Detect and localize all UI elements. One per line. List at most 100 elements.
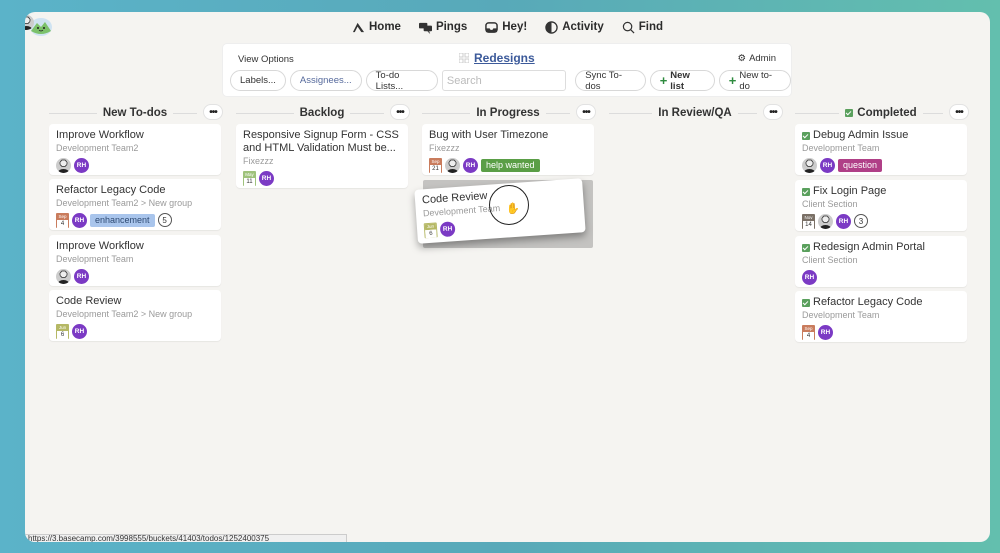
card-meta: RH [802,269,960,285]
card-title-row: Code Review [56,295,214,308]
todo-card[interactable]: Refactor Legacy Code Development Team2 > … [49,179,221,230]
column-backlog: Backlog ••• Responsive Signup Form - CSS a… [236,104,410,188]
column-menu-button[interactable]: ••• [949,104,969,120]
todo-card[interactable]: Improve Workflow Development Team2 RH [49,124,221,175]
card-title: Refactor Legacy Code [813,296,923,308]
card-meta: RH question [802,157,960,173]
due-date-badge: May 11 [243,170,256,186]
grid-icon [459,53,469,63]
column-menu-button[interactable]: ••• [203,104,223,120]
assignee-photo-avatar [818,213,833,229]
column-new-to-dos: New To-dos ••• Improve Workflow Development… [49,104,223,341]
chat-bubbles-icon [418,22,432,34]
nav-hey[interactable]: Hey! [485,18,527,36]
column-menu-button[interactable]: ••• [576,104,596,120]
search-input[interactable]: Search [441,70,567,91]
new-todo-button[interactable]: + New to-do [718,70,791,92]
nav-activity-label: Activity [562,21,604,33]
nav-home[interactable]: Home [352,18,401,36]
grab-cursor-icon: ✋ [506,203,520,215]
column-header: Backlog ••• [236,104,410,122]
due-date-badge: Jun 6 [423,221,438,238]
column-title-text: Completed [857,107,917,119]
admin-label: Admin [749,53,776,64]
due-day: 14 [803,220,814,229]
due-day: 11 [244,177,255,186]
card-subtitle: Development Team2 [56,143,139,153]
card-title: Fix Login Page [813,185,887,197]
todo-card[interactable]: Improve Workflow Development Team RH [49,235,221,286]
card-meta: Sep 21 RH help wanted [429,157,587,173]
column-menu-button[interactable]: ••• [390,104,410,120]
assignee-photo-avatar [802,157,817,173]
label-tag: question [838,158,883,172]
column-title-text: New To-dos [102,107,168,119]
assignee-photo-avatar [56,268,71,284]
todo-lists-filter-button[interactable]: To-do Lists... [365,70,438,92]
due-date-badge: Sep 4 [56,212,69,228]
labels-filter-button[interactable]: Labels... [230,70,286,91]
card-subtitle: Development Team [56,254,134,264]
card-subtitle: Fixezzz [243,156,274,166]
column-title-text: Backlog [299,107,345,119]
column-title: In Progress [470,107,546,119]
home-icon [352,22,365,32]
column-header: In Progress ••• [422,104,596,122]
project-title: Redesigns [474,51,535,65]
comment-count-badge: 5 [157,213,172,227]
plus-icon: + [659,73,668,88]
search-icon [622,21,635,33]
due-day: 4 [57,219,68,228]
nav-pings-label: Pings [435,21,468,33]
assignee-photo-avatar [445,157,460,173]
assignee-avatar: RH [820,157,835,173]
card-title-row: Fix Login Page [802,185,960,198]
card-title-row: Refactor Legacy Code [56,184,214,197]
sync-todos-button[interactable]: Sync To-dos [575,70,646,92]
card-subtitle: Development Team2 > New group [56,198,193,208]
checkbox-checked-icon[interactable] [802,298,810,307]
column-menu-button[interactable]: ••• [763,104,783,120]
card-meta: May 11 RH [243,170,401,186]
column-title: New To-dos [96,107,174,119]
todo-card[interactable]: Debug Admin Issue Development Team RH quest… [795,124,967,175]
card-subtitle: Client Section [802,255,858,265]
project-title-link[interactable]: Redesigns [459,51,535,65]
todo-card[interactable]: Code Review Development Team2 > New group… [49,290,221,341]
todo-card[interactable]: Refactor Legacy Code Development Team Sep 4… [795,291,967,342]
nav-activity[interactable]: Activity [545,18,604,36]
column-in-review-qa: In Review/QA ••• [609,104,783,122]
card-title: Bug with User Timezone [429,129,549,141]
todo-card[interactable]: Redesign Admin Portal Client Section RH [795,236,967,287]
new-list-button[interactable]: + New list [649,70,715,92]
card-meta: Sep 4 RH [802,324,960,340]
checkbox-checked-icon[interactable] [802,131,810,140]
comment-count-badge: 3 [854,214,868,228]
column-title: Completed [839,107,923,119]
column-title-text: In Review/QA [658,107,732,119]
todo-card[interactable]: Bug with User Timezone Fixezzz Sep 21 RH help… [422,124,594,175]
card-title-row: Improve Workflow [56,240,214,253]
checkbox-checked-icon[interactable] [802,243,810,252]
due-date-badge: Nov 14 [802,213,815,229]
assignee-avatar: RH [72,212,87,228]
todo-card[interactable]: Responsive Signup Form - CSS and HTML Va… [236,124,408,188]
admin-button[interactable]: ⚙ Admin [738,53,776,64]
assignee-avatar: RH [259,170,274,186]
checkbox-checked-icon[interactable] [802,187,810,196]
assignees-filter-button[interactable]: Assignees... [289,70,362,91]
assignee-avatar: RH [463,157,478,173]
app-window: Home Pings Hey! Activity Find View Optio… [25,12,990,542]
card-meta: RH [56,157,214,173]
nav-find[interactable]: Find [622,18,663,36]
card-subtitle: Development Team [802,310,880,320]
card-title: Responsive Signup Form - CSS and HTML Va… [243,129,399,154]
nav-pings[interactable]: Pings [418,18,468,36]
assignee-avatar: RH [818,324,833,340]
assignee-avatar: RH [836,213,851,229]
assignee-avatar: RH [72,323,87,339]
column-title: In Review/QA [652,107,738,119]
todo-card[interactable]: Fix Login Page Client Section Nov 14 RH 3 [795,180,967,231]
due-day: 21 [430,164,441,173]
column-header: Completed ••• [795,104,969,122]
